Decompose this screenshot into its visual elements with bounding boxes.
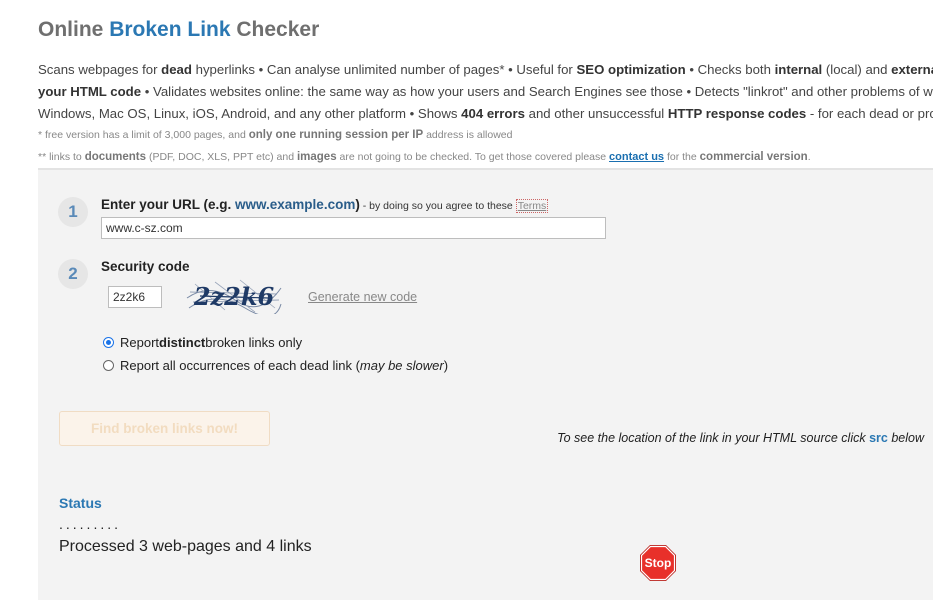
src-hint: To see the location of the link in your … xyxy=(557,431,924,445)
description-segment: (local) and xyxy=(822,62,892,77)
description-line-3: Windows, Mac OS, Linux, iOS, Android, an… xyxy=(38,103,933,125)
description-segment: SEO optimization xyxy=(576,62,686,77)
note-documents: ** links to documents (PDF, DOC, XLS, PP… xyxy=(38,151,811,163)
security-code-input[interactable] xyxy=(108,286,162,308)
description-segment: • Validates websites online: the same wa… xyxy=(141,84,933,99)
description-segment: external xyxy=(891,62,933,77)
status-heading: Status xyxy=(59,495,102,511)
stop-label: Stop xyxy=(645,556,672,570)
description-segment: your HTML code xyxy=(38,84,142,99)
page-title: Online Broken Link Checker xyxy=(38,18,319,42)
description-segment: dead xyxy=(161,62,192,77)
description: Scans webpages for dead hyperlinks • Can… xyxy=(38,59,933,125)
input-form-panel: 1 Enter your URL (e.g. www.example.com) … xyxy=(38,168,933,396)
broken-link-checker-page: Online Broken Link Checker Scans webpage… xyxy=(0,0,933,600)
results-panel: Find broken links now! To see the locati… xyxy=(38,396,933,600)
captcha-image: 2z2k6 xyxy=(186,279,282,314)
description-segment: • Checks both xyxy=(685,62,775,77)
url-input[interactable] xyxy=(101,217,606,239)
description-segment: Windows, Mac OS, Linux, iOS, Android, an… xyxy=(38,106,462,121)
title-accent: Broken Link xyxy=(109,18,231,41)
radio-distinct-option[interactable]: Report distinct broken links only xyxy=(103,335,302,350)
stop-button[interactable]: Stop xyxy=(639,544,677,582)
note-free-version: * free version has a limit of 3,000 page… xyxy=(38,129,513,141)
url-label: Enter your URL (e.g. www.example.com) - … xyxy=(101,197,549,213)
description-segment: - for each dead or probl xyxy=(806,106,933,121)
description-segment: HTTP response codes xyxy=(667,106,807,121)
radio-all-occurrences-option[interactable]: Report all occurrences of each dead link… xyxy=(103,358,448,373)
status-processed-text: Processed 3 web-pages and 4 links xyxy=(59,538,312,555)
description-line-2: your HTML code • Validates websites onli… xyxy=(38,81,933,103)
security-code-label: Security code xyxy=(101,259,190,274)
find-broken-links-button[interactable]: Find broken links now! xyxy=(59,411,270,446)
step-1-badge: 1 xyxy=(58,197,88,227)
description-segment: and other unsuccessful xyxy=(524,106,668,121)
step-2-badge: 2 xyxy=(58,259,88,289)
description-segment: internal xyxy=(774,62,823,77)
status-progress-dots: ......... xyxy=(59,516,122,532)
description-segment: hyperlinks • Can analyse unlimited numbe… xyxy=(191,62,577,77)
title-part1: Online xyxy=(38,18,110,41)
terms-link[interactable]: Terms xyxy=(515,199,549,213)
description-segment: Scans webpages for xyxy=(38,62,162,77)
description-line-1: Scans webpages for dead hyperlinks • Can… xyxy=(38,59,933,81)
contact-us-link[interactable]: contact us xyxy=(609,151,664,163)
radio-distinct[interactable] xyxy=(103,337,114,348)
description-segment: 404 errors xyxy=(461,106,525,121)
title-part2: Checker xyxy=(230,18,320,41)
generate-new-code-link[interactable]: Generate new code xyxy=(308,290,417,304)
radio-all-occurrences[interactable] xyxy=(103,360,114,371)
